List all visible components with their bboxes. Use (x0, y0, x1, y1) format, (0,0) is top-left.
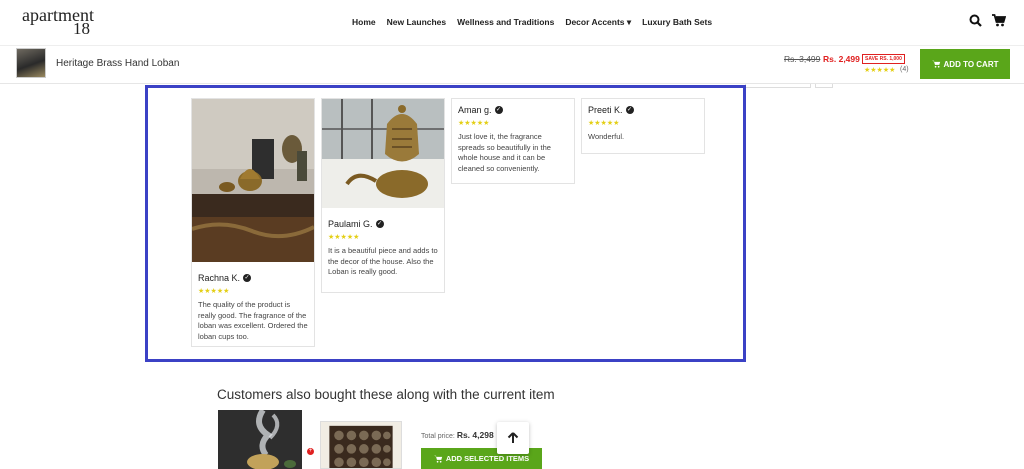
review-text: Just love it, the fragrance spreads so b… (458, 132, 551, 173)
reviewer-name: Preeti K. ✓ (588, 105, 698, 115)
review-card: Rachna K. ✓ ★★★★★ The quality of the prod… (191, 98, 315, 347)
hidden-control (745, 84, 811, 88)
review-text: Wonderful. (588, 132, 625, 141)
review-card: Preeti K. ✓ ★★★★★ Wonderful. (581, 98, 705, 154)
verified-check-icon: ✓ (625, 106, 634, 114)
cart-icon[interactable] (992, 14, 1007, 32)
review-card: Paulami G. ✓ ★★★★★ It is a beautiful piec… (321, 98, 445, 293)
also-bought-title: Customers also bought these along with t… (217, 387, 555, 402)
nav-item-decor-accents[interactable]: Decor Accents ▾ (565, 17, 631, 28)
header-icons (969, 14, 1007, 32)
reviewer-name: Paulami G. ✓ (328, 219, 438, 229)
review-photo[interactable] (322, 99, 444, 208)
site-header: apartment 18 Home New Launches Wellness … (0, 0, 1024, 46)
nav-item-home[interactable]: Home (352, 17, 376, 28)
verified-check-icon: ✓ (494, 106, 503, 114)
hidden-control-small (815, 84, 833, 88)
review-count[interactable]: (4) (900, 66, 909, 73)
add-selected-label: ADD SELECTED ITEMS (445, 454, 530, 463)
reviewer-name-text: Preeti K. (588, 105, 623, 115)
review-text: It is a beautiful piece and adds to the … (328, 246, 438, 276)
product-title: Heritage Brass Hand Loban (56, 58, 180, 69)
main-nav: Home New Launches Wellness and Tradition… (352, 17, 712, 28)
review-text: The quality of the product is really goo… (198, 300, 308, 341)
nav-item-luxury-bath[interactable]: Luxury Bath Sets (642, 17, 712, 28)
also-bought-product-image[interactable] (320, 421, 402, 469)
search-icon[interactable] (969, 14, 982, 32)
brand-logo[interactable]: apartment 18 (22, 6, 94, 37)
rating-stars: ★★★★★ (864, 67, 896, 74)
reviewer-name: Rachna K. ✓ (198, 273, 308, 283)
sale-price: Rs. 2,499 (823, 54, 860, 64)
verified-check-icon: ✓ (243, 274, 252, 282)
reviewer-name-text: Aman g. (458, 105, 492, 115)
add-to-cart-button[interactable]: ADD TO CART (920, 49, 1010, 79)
total-price-label: Total price: (421, 433, 455, 440)
verified-check-icon: ✓ (375, 220, 384, 228)
review-stars: ★★★★★ (198, 288, 230, 295)
product-thumbnail (16, 48, 46, 78)
reviewer-name-text: Rachna K. (198, 273, 241, 283)
review-photo[interactable] (191, 99, 315, 262)
nav-item-wellness[interactable]: Wellness and Traditions (457, 17, 554, 28)
review-card: Aman g. ✓ ★★★★★ Just love it, the fragran… (451, 98, 575, 184)
total-price: Total price: Rs. 4,298 (421, 430, 494, 440)
review-stars: ★★★★★ (588, 120, 620, 127)
save-badge: SAVE RS. 1,000 (862, 54, 905, 64)
total-price-value: Rs. 4,298 (456, 430, 494, 440)
sticky-product-bar: Heritage Brass Hand Loban Rs. 3,499 Rs. … (0, 46, 1024, 84)
reviewer-name: Aman g. ✓ (458, 105, 568, 115)
nav-item-new-launches[interactable]: New Launches (387, 17, 447, 28)
back-to-top-button[interactable] (497, 422, 529, 454)
also-bought-product-image[interactable] (218, 410, 302, 469)
cart-icon (434, 455, 443, 463)
cart-icon (931, 60, 940, 68)
original-price: Rs. 3,499 (784, 54, 821, 64)
review-stars: ★★★★★ (328, 234, 360, 241)
reviewer-name-text: Paulami G. (328, 219, 373, 229)
plus-icon: + (307, 448, 314, 455)
arrow-up-icon (507, 432, 519, 443)
add-to-cart-label: ADD TO CART (943, 59, 999, 69)
review-stars: ★★★★★ (458, 120, 490, 127)
